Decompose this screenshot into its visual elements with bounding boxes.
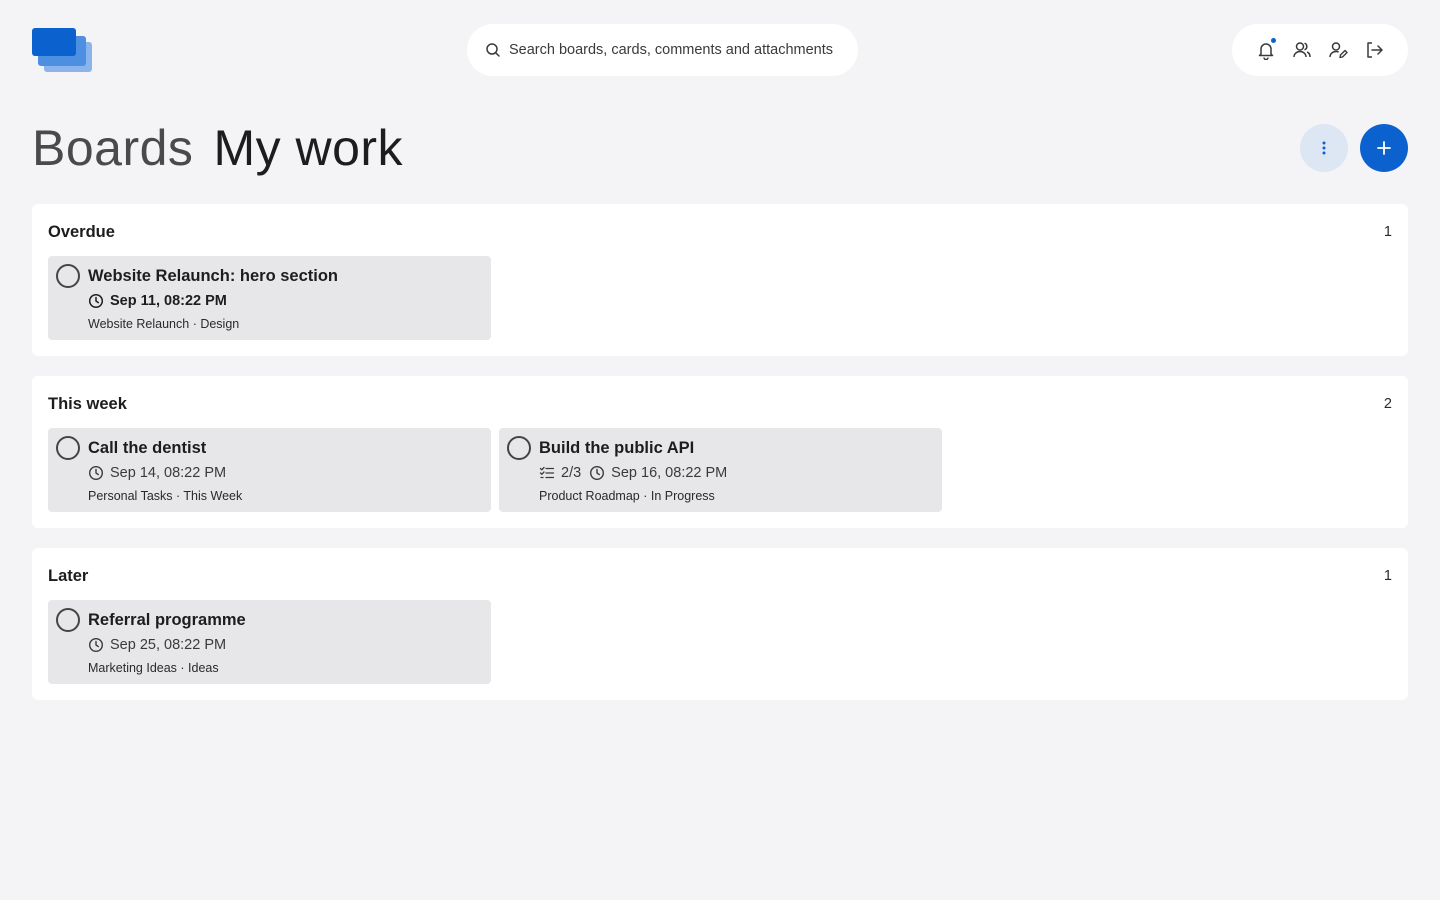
card-title: Call the dentist bbox=[88, 439, 207, 457]
subtask-progress: 2/3 bbox=[561, 465, 582, 481]
notification-badge bbox=[1270, 37, 1277, 44]
notifications-button[interactable] bbox=[1255, 37, 1277, 61]
page-header: Boards My work bbox=[32, 118, 1408, 178]
card-due: Sep 25, 08:22 PM bbox=[88, 637, 226, 653]
card[interactable]: Website Relaunch: hero section Sep 11, 0… bbox=[48, 256, 491, 340]
card-path: Website Relaunch · Design bbox=[88, 317, 240, 331]
clock-icon bbox=[88, 465, 104, 481]
section-title: Overdue bbox=[48, 223, 115, 241]
card[interactable]: Call the dentist Sep 14, 08:22 PM Person… bbox=[48, 428, 491, 512]
card-path: Product Roadmap · In Progress bbox=[539, 489, 715, 503]
card-due: Sep 11, 08:22 PM bbox=[88, 293, 227, 309]
card-path: Personal Tasks · This Week bbox=[88, 489, 243, 503]
card-due: Sep 14, 08:22 PM bbox=[88, 465, 226, 481]
users-icon bbox=[1293, 42, 1311, 58]
due-date: Sep 11, 08:22 PM bbox=[110, 293, 227, 309]
search-placeholder: Search boards, cards, comments and attac… bbox=[509, 42, 833, 58]
section-this-week: This week 2 Call the dentist Sep 14, 08:… bbox=[32, 376, 1408, 528]
section-title: This week bbox=[48, 395, 127, 413]
card-meta: 2/3 Sep 16, 08:22 PM bbox=[539, 465, 727, 481]
section-count: 1 bbox=[1383, 568, 1392, 584]
search-input[interactable]: Search boards, cards, comments and attac… bbox=[467, 24, 858, 76]
card-path: Marketing Ideas · Ideas bbox=[88, 661, 219, 675]
plus-icon bbox=[1377, 141, 1391, 155]
complete-checkbox[interactable] bbox=[507, 436, 531, 460]
section-count: 1 bbox=[1383, 224, 1392, 240]
logout-icon bbox=[1367, 42, 1383, 58]
complete-checkbox[interactable] bbox=[56, 608, 80, 632]
card[interactable]: Referral programme Sep 25, 08:22 PM Mark… bbox=[48, 600, 491, 684]
logout-button[interactable] bbox=[1363, 39, 1385, 61]
checklist-icon bbox=[539, 465, 555, 481]
card-title: Website Relaunch: hero section bbox=[88, 267, 338, 285]
app-logo[interactable] bbox=[32, 28, 92, 72]
profile-edit-button[interactable] bbox=[1327, 39, 1349, 61]
add-button[interactable] bbox=[1360, 124, 1408, 172]
boards-link[interactable]: Boards bbox=[32, 118, 193, 178]
people-button[interactable] bbox=[1291, 39, 1313, 61]
due-date: Sep 14, 08:22 PM bbox=[110, 465, 227, 481]
card-title: Referral programme bbox=[88, 611, 246, 629]
due-date: Sep 25, 08:22 PM bbox=[110, 637, 227, 653]
page-title: My work bbox=[213, 120, 404, 176]
clock-icon bbox=[88, 293, 104, 309]
clock-icon bbox=[88, 637, 104, 653]
section-overdue: Overdue 1 Website Relaunch: hero section… bbox=[32, 204, 1408, 356]
header-actions bbox=[1232, 24, 1408, 76]
more-options-button[interactable] bbox=[1300, 124, 1348, 172]
due-date: Sep 16, 08:22 PM bbox=[611, 465, 728, 481]
top-bar: Search boards, cards, comments and attac… bbox=[32, 24, 1408, 76]
complete-checkbox[interactable] bbox=[56, 436, 80, 460]
section-count: 2 bbox=[1383, 396, 1392, 412]
search-icon bbox=[485, 42, 501, 58]
section-later: Later 1 Referral programme Sep 25, 08:22… bbox=[32, 548, 1408, 700]
card-title: Build the public API bbox=[539, 439, 695, 457]
more-vertical-icon bbox=[1322, 141, 1326, 155]
card[interactable]: Build the public API 2/3 Sep 16, 08:22 P… bbox=[499, 428, 942, 512]
clock-icon bbox=[589, 465, 605, 481]
section-title: Later bbox=[48, 567, 89, 585]
complete-checkbox[interactable] bbox=[56, 264, 80, 288]
user-edit-icon bbox=[1329, 42, 1348, 59]
